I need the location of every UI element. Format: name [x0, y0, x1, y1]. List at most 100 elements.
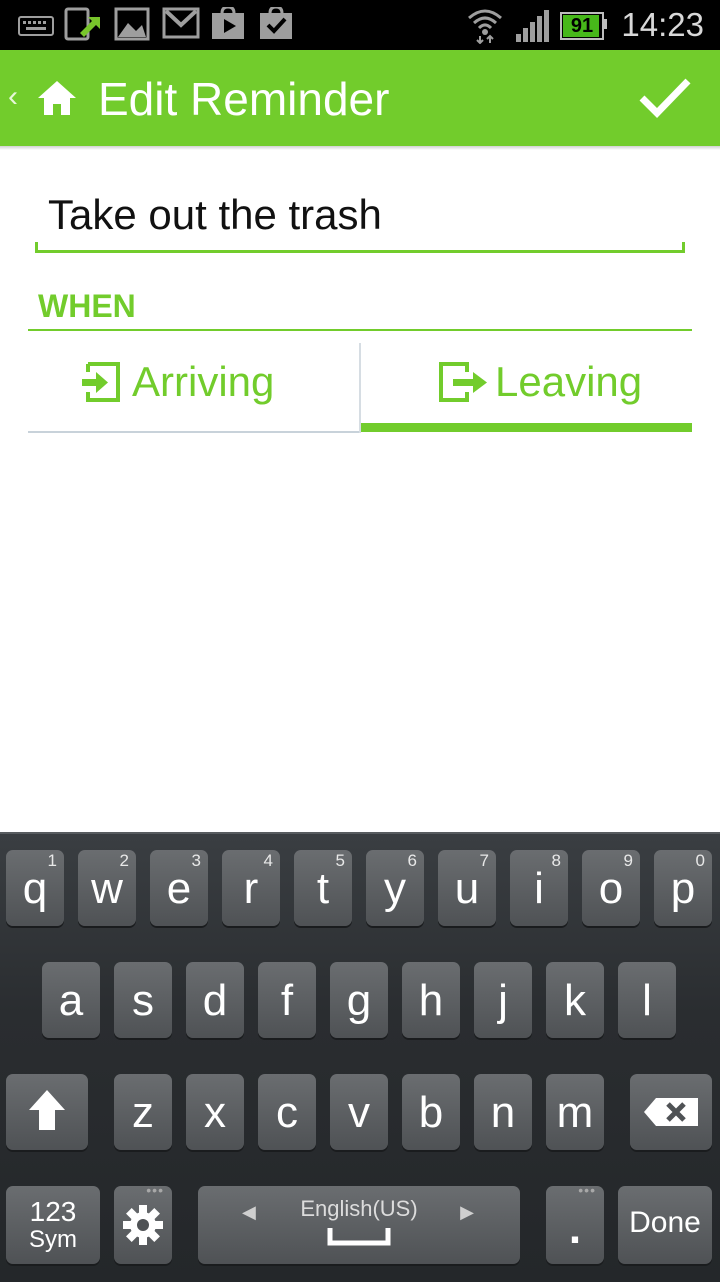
key-label: m — [556, 1088, 594, 1137]
backspace-icon — [644, 1098, 698, 1126]
language-next-icon: ▶ — [460, 1202, 474, 1222]
key-number-hint: 2 — [119, 851, 129, 870]
action-bar: ‹ Edit Reminder — [0, 50, 720, 146]
play-store-icon — [212, 7, 244, 39]
reminder-title-input[interactable] — [36, 176, 696, 254]
symbols-key-bottom-label: Sym — [29, 1226, 77, 1253]
key-i[interactable]: i8 — [510, 850, 568, 926]
key-label: l — [642, 976, 652, 1025]
sync-icon — [64, 7, 100, 41]
symbols-key-top-label: 123 — [29, 1196, 77, 1227]
settings-key[interactable]: ••• — [114, 1182, 172, 1264]
status-bar: 91 14:23 — [0, 0, 720, 50]
up-button[interactable]: ‹ — [0, 50, 90, 146]
key-label: e — [166, 864, 192, 913]
key-o[interactable]: o9 — [582, 850, 640, 926]
save-button[interactable] — [620, 50, 720, 146]
key-number-hint: 5 — [335, 851, 345, 870]
soft-keyboard: q1w2e3r4t5y6u7i8o9p0 asdfghjkl zxcvbnm 1… — [0, 832, 720, 1282]
key-label: n — [490, 1088, 516, 1137]
done-key-label: Done — [629, 1206, 701, 1239]
tab-arriving[interactable]: Arriving — [28, 340, 359, 432]
tab-leaving-label: Leaving — [495, 358, 643, 405]
key-label: b — [418, 1088, 444, 1137]
gear-icon — [123, 1205, 163, 1245]
key-p[interactable]: p0 — [654, 850, 712, 926]
clock: 14:23 — [621, 6, 704, 43]
key-e[interactable]: e3 — [150, 850, 208, 926]
gmail-icon — [162, 7, 200, 39]
key-label: u — [454, 864, 480, 913]
key-label: y — [384, 864, 406, 913]
key-j[interactable]: j — [474, 962, 532, 1038]
when-header: WHEN — [38, 288, 136, 324]
key-d[interactable]: d — [186, 962, 244, 1038]
input-underline-right — [682, 242, 685, 253]
key-label: c — [276, 1088, 298, 1137]
key-label: f — [280, 976, 294, 1025]
key-label: s — [132, 976, 154, 1025]
tab-indicator-inactive — [28, 431, 359, 433]
space-key[interactable]: ◀ English(US) ▶ — [198, 1186, 520, 1264]
key-n[interactable]: n — [474, 1074, 532, 1150]
action-bar-shadow — [0, 146, 720, 150]
key-label: a — [58, 976, 84, 1025]
key-label: o — [598, 864, 624, 913]
key-f[interactable]: f — [258, 962, 316, 1038]
key-number-hint: 3 — [191, 851, 201, 870]
key-q[interactable]: q1 — [6, 850, 64, 926]
space-bar-icon — [327, 1228, 391, 1246]
key-label: q — [22, 864, 48, 913]
key-number-hint: 8 — [551, 851, 561, 870]
symbols-key[interactable]: 123 Sym — [6, 1186, 100, 1264]
key-label: h — [418, 976, 444, 1025]
signal-icon — [516, 10, 549, 42]
more-dots-icon: ••• — [578, 1182, 596, 1198]
battery-icon: 91 — [560, 12, 604, 40]
done-key[interactable]: Done — [618, 1186, 712, 1264]
wifi-icon — [468, 9, 502, 44]
arriving-icon — [82, 362, 120, 402]
key-label: i — [534, 864, 544, 913]
home-icon — [38, 81, 76, 115]
section-divider — [28, 329, 692, 331]
input-underline — [35, 250, 685, 253]
key-a[interactable]: a — [42, 962, 100, 1038]
key-u[interactable]: u7 — [438, 850, 496, 926]
page-title: Edit Reminder — [98, 73, 390, 125]
key-v[interactable]: v — [330, 1074, 388, 1150]
key-number-hint: 6 — [407, 851, 417, 870]
shift-key[interactable] — [6, 1074, 88, 1150]
period-key[interactable]: ••• . — [546, 1182, 604, 1264]
gallery-icon — [114, 7, 150, 41]
keyboard-icon — [18, 16, 54, 36]
key-h[interactable]: h — [402, 962, 460, 1038]
battery-level: 91 — [570, 15, 594, 37]
key-k[interactable]: k — [546, 962, 604, 1038]
checkmark-icon — [639, 78, 691, 118]
key-g[interactable]: g — [330, 962, 388, 1038]
key-t[interactable]: t5 — [294, 850, 352, 926]
key-b[interactable]: b — [402, 1074, 460, 1150]
key-s[interactable]: s — [114, 962, 172, 1038]
key-label: g — [346, 976, 372, 1025]
key-label: t — [316, 864, 330, 913]
key-z[interactable]: z — [114, 1074, 172, 1150]
key-c[interactable]: c — [258, 1074, 316, 1150]
key-r[interactable]: r4 — [222, 850, 280, 926]
key-number-hint: 0 — [695, 851, 705, 870]
back-chevron-icon: ‹ — [8, 80, 18, 113]
key-number-hint: 7 — [479, 851, 489, 870]
key-y[interactable]: y6 — [366, 850, 424, 926]
key-w[interactable]: w2 — [78, 850, 136, 926]
key-x[interactable]: x — [186, 1074, 244, 1150]
backspace-key[interactable] — [630, 1074, 712, 1150]
leaving-icon — [439, 362, 487, 402]
shift-arrow-icon — [29, 1090, 65, 1130]
key-m[interactable]: m — [546, 1074, 604, 1150]
key-label: k — [564, 976, 586, 1025]
period-key-label: . — [568, 1204, 582, 1253]
key-l[interactable]: l — [618, 962, 676, 1038]
key-label: x — [204, 1088, 226, 1137]
tab-leaving[interactable]: Leaving — [361, 340, 692, 432]
